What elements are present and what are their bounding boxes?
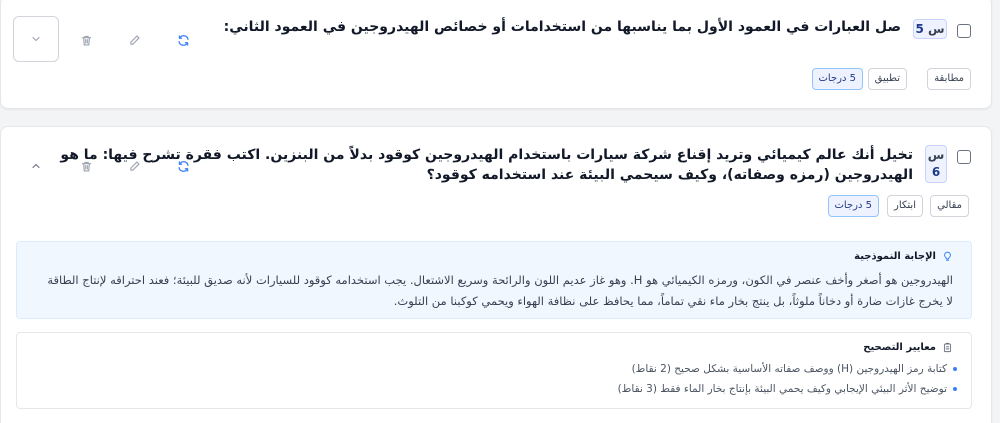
question-list: س 5 صل العبارات في العمود الأول بما يناس… [0,0,1000,423]
chevron-down-icon [32,36,40,42]
model-answer-header: الإجابة النموذجية [854,251,953,262]
question-text: صل العبارات في العمود الأول بما يناسبها … [223,19,901,35]
list-item: توضيح الأثر البيئي الإيجابي وكيف يحمي ال… [57,379,957,399]
model-answer-text: الهيدروجين هو أصغر وأخف عنصر في الكون، و… [47,273,953,308]
question-type-tag: مقالي [930,195,969,217]
question-card-5: س 5 صل العبارات في العمود الأول بما يناس… [0,0,992,109]
question-grade-tag: 5 درجات [811,68,863,90]
pencil-icon[interactable] [125,157,143,175]
collapse-toggle[interactable] [27,157,45,175]
question-number-badge: س 6 [925,145,947,183]
question-number-badge: س 5 [913,19,947,39]
lightbulb-icon [944,251,951,261]
refresh-icon[interactable] [174,157,192,175]
bullet-dot-icon [953,367,957,371]
trash-icon[interactable] [77,31,95,49]
select-checkbox[interactable] [957,150,971,164]
chevron-up-icon [32,163,40,169]
pencil-icon[interactable] [125,31,143,49]
list-item: كتابة رمز الهيدروجين (H) ووصف صفاته الأس… [57,359,957,379]
question-type-tag: مطابقة [927,68,971,90]
model-answer-panel: الإجابة النموذجية الهيدروجين هو أصغر وأخ… [16,241,972,319]
grading-criteria-panel: معايير التصحيح كتابة رمز الهيدروجين (H) … [16,332,972,409]
refresh-icon[interactable] [174,31,192,49]
trash-icon[interactable] [77,157,95,175]
bullet-dot-icon [953,387,957,391]
grading-criteria-list: كتابة رمز الهيدروجين (H) ووصف صفاته الأس… [57,359,957,399]
question-level-tag: ابتكار [887,195,923,217]
grading-criteria-header: معايير التصحيح [863,342,953,353]
question-grade-tag: 5 درجات [827,195,879,217]
clipboard-icon [943,342,952,353]
expand-toggle[interactable] [13,16,59,62]
question-text: تخيل أنك عالم كيميائي وتريد إقناع شركة س… [60,147,913,183]
select-checkbox[interactable] [957,24,971,38]
model-answer-title: الإجابة النموذجية [854,251,936,262]
question-level-tag: تطبيق [867,68,907,90]
grading-criteria-title: معايير التصحيح [863,342,936,353]
